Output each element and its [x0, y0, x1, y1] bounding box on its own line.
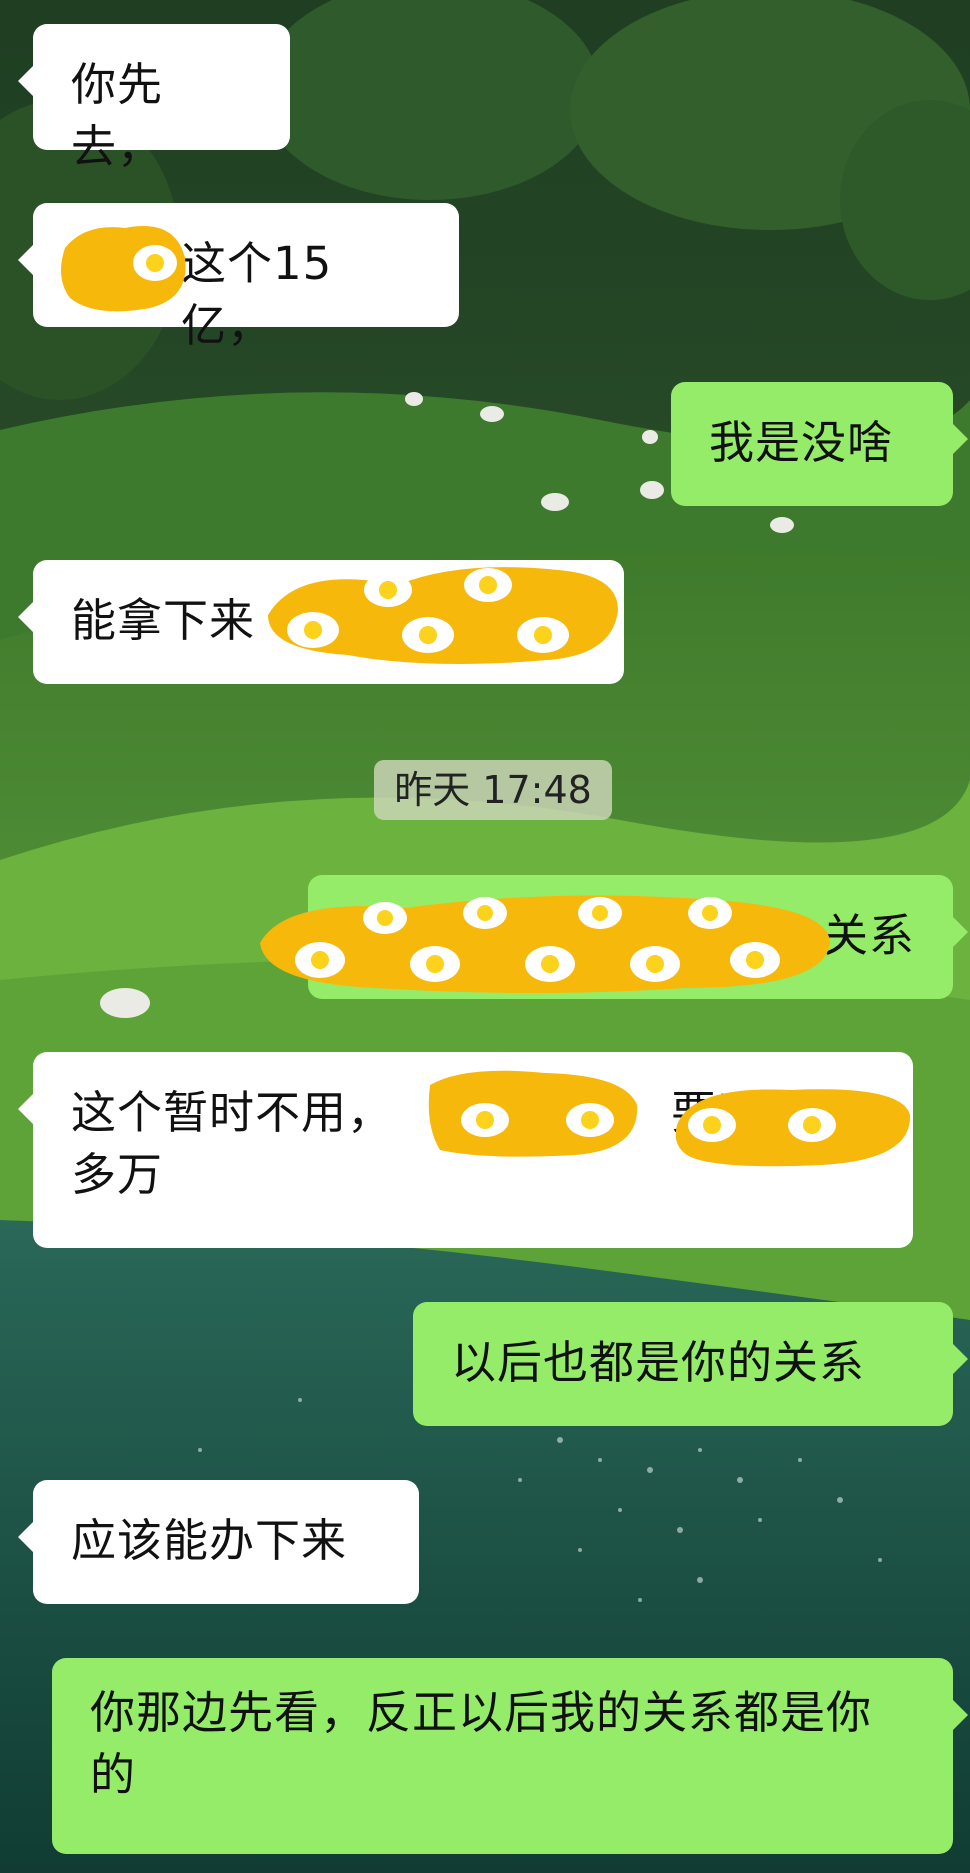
message-bubble-incoming[interactable]: 你先去，: [18, 24, 290, 173]
fried-egg-sticker-icon: [463, 897, 507, 929]
redaction-sticker: [268, 567, 618, 664]
fried-egg-sticker-icon: [295, 942, 345, 978]
fried-egg-sticker-icon: [461, 1103, 509, 1137]
message-text: 你先去，: [71, 58, 164, 173]
fried-egg-sticker-icon: [630, 946, 680, 982]
fried-egg-sticker-icon: [464, 568, 512, 602]
message-bubble-outgoing[interactable]: 以后也都是你的关系: [413, 1302, 968, 1426]
message-text: 多万: [71, 1148, 164, 1201]
fried-egg-sticker-icon: [287, 612, 339, 648]
fried-egg-sticker-icon: [730, 942, 780, 978]
fried-egg-sticker-icon: [517, 617, 569, 653]
message-text: 以后也都是你的关系: [451, 1336, 866, 1389]
message-bubble-outgoing[interactable]: 你那边先看，反正以后我的关系都是你的: [52, 1658, 968, 1854]
message-text: 这个暂时不用，: [71, 1086, 394, 1139]
redaction-sticker: [428, 1070, 638, 1157]
fried-egg-sticker-icon: [688, 897, 732, 929]
fried-egg-sticker-icon: [525, 946, 575, 982]
fried-egg-sticker-icon: [133, 245, 177, 281]
redaction-sticker: [675, 1089, 911, 1167]
fried-egg-sticker-icon: [566, 1103, 614, 1137]
fried-egg-sticker-icon: [364, 573, 412, 607]
redaction-sticker: [61, 226, 186, 312]
fried-egg-sticker-icon: [578, 897, 622, 929]
fried-egg-sticker-icon: [410, 946, 460, 982]
fried-egg-sticker-icon: [363, 902, 407, 934]
message-bubble-incoming[interactable]: 应该能办下来: [18, 1480, 419, 1604]
message-text: 我是没啥: [709, 416, 894, 469]
message-text: 能拿下来: [71, 594, 256, 647]
message-bubble-outgoing[interactable]: 我是没啥: [671, 382, 968, 506]
message-text: 应该能办下来: [71, 1514, 348, 1567]
fried-egg-sticker-icon: [402, 617, 454, 653]
fried-egg-sticker-icon: [788, 1108, 836, 1142]
message-text: 关系: [822, 909, 915, 962]
fried-egg-sticker-icon: [688, 1108, 736, 1142]
timestamp-label: 昨天 17:48: [374, 760, 612, 820]
message-text: 你那边先看，反正以后我的关系都是你的: [90, 1686, 873, 1801]
redaction-sticker: [260, 895, 830, 993]
